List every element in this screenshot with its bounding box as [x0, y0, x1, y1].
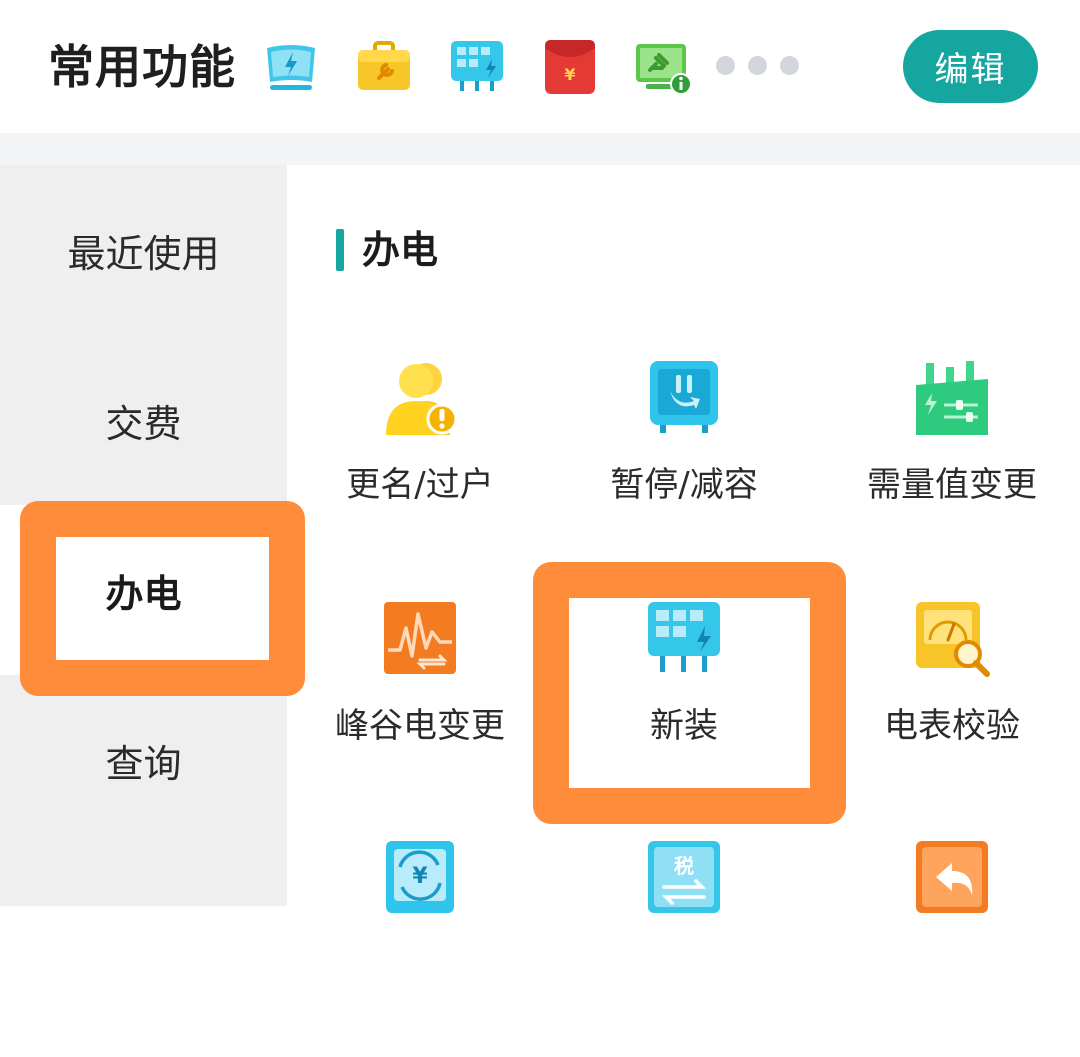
service-new-install[interactable]: 新装 — [559, 598, 809, 818]
category-sidebar: 最近使用 交费 办电 查询 — [0, 165, 287, 906]
service-item-8[interactable]: 税 — [559, 837, 809, 1057]
service-meter-inspection[interactable]: 电表校验 — [827, 598, 1077, 818]
service-panel: 办电 更名/过户 暂停/减容 需量值变更 峰谷电变更 新装 电表校验 ¥ 税 — [287, 165, 1080, 913]
sidebar-item-query[interactable]: 查询 — [0, 675, 287, 845]
factory-adjust-icon — [912, 357, 992, 437]
red-envelope-yuan-icon[interactable]: ¥ — [541, 38, 599, 96]
tax-exchange-icon: 税 — [644, 837, 724, 917]
meter-install-icon[interactable] — [448, 38, 506, 96]
service-label: 更名/过户 — [346, 465, 494, 505]
svg-text:税: 税 — [674, 854, 694, 878]
yuan-refresh-icon: ¥ — [380, 837, 460, 917]
service-label: 峰谷电变更 — [335, 706, 505, 746]
service-rename-transfer[interactable]: 更名/过户 — [295, 357, 545, 577]
dot — [748, 56, 767, 75]
sidebar-item-payment[interactable]: 交费 — [0, 335, 287, 505]
header-bar: 常用功能 ¥ 编辑 — [0, 0, 1080, 133]
plug-monitor-info-icon[interactable] — [634, 38, 692, 96]
service-suspend-reduce[interactable]: 暂停/减容 — [559, 357, 809, 577]
service-label: 暂停/减容 — [610, 465, 758, 505]
service-item-7[interactable]: ¥ — [295, 837, 545, 1057]
meter-pause-icon — [644, 357, 724, 437]
sidebar-item-apply-electricity[interactable]: 办电 — [0, 505, 287, 675]
service-item-9[interactable] — [827, 837, 1077, 1057]
meter-install-icon — [644, 598, 724, 678]
service-peak-valley-change[interactable]: 峰谷电变更 — [295, 598, 545, 818]
return-arrow-icon — [912, 837, 992, 917]
dot — [780, 56, 799, 75]
service-label: 新装 — [650, 706, 718, 746]
edit-button[interactable]: 编辑 — [903, 30, 1038, 103]
service-label: 电表校验 — [884, 706, 1020, 746]
section-accent-bar — [336, 229, 344, 271]
page-title: 常用功能 — [48, 40, 236, 94]
svg-text:¥: ¥ — [412, 864, 428, 889]
screen-bolt-icon[interactable] — [262, 38, 320, 96]
wrench-toolbox-icon[interactable] — [355, 38, 413, 96]
user-alert-icon — [380, 357, 460, 437]
peak-valley-icon — [380, 598, 460, 678]
meter-inspect-icon — [912, 598, 992, 678]
section-title: 办电 — [362, 228, 439, 272]
sidebar-item-recent[interactable]: 最近使用 — [0, 165, 287, 335]
svg-text:¥: ¥ — [564, 65, 575, 84]
section-divider — [0, 133, 1080, 165]
service-demand-change[interactable]: 需量值变更 — [827, 357, 1077, 577]
more-dots-icon[interactable] — [716, 56, 799, 76]
dot — [716, 56, 735, 75]
service-label: 需量值变更 — [867, 465, 1037, 505]
